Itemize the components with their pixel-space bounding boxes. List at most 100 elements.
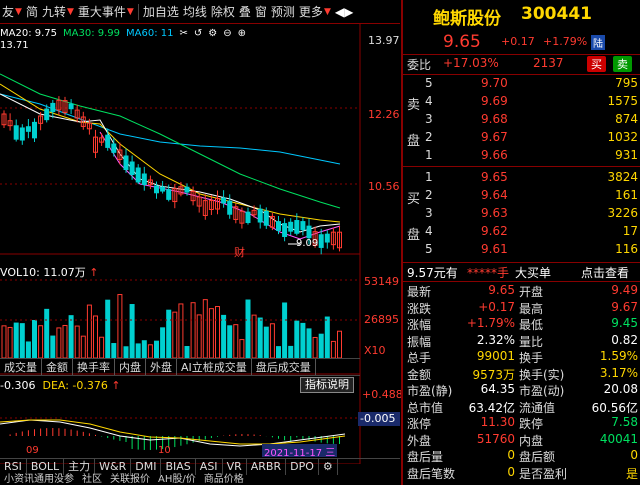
volume-bar (178, 303, 184, 359)
volume-bar (312, 336, 318, 359)
stat-label: 盘后量 (407, 450, 444, 464)
info-tab-community[interactable]: 社区 (78, 474, 106, 485)
stat-value: 是 (625, 466, 638, 481)
volume-bar (208, 308, 214, 359)
order-row[interactable]: 3 9.63 3226 (403, 206, 640, 223)
info-tab-commodity[interactable]: 商品价格 (200, 474, 248, 485)
buy-button[interactable]: 买 (587, 56, 606, 72)
tab-vr[interactable]: VR (223, 459, 247, 475)
stats-row: 盘后笔数 0 是否盈利 是 (403, 465, 640, 482)
indicator-help-button[interactable]: 指标说明 (300, 377, 354, 393)
tab-asi[interactable]: ASI (196, 459, 223, 475)
tool-jiuzhuan[interactable]: 九转 ▼ (40, 0, 76, 24)
stats-row: 最新 9.65 开盘 9.49 (403, 283, 640, 300)
tab-wr[interactable]: W&R (95, 459, 132, 475)
tool-events[interactable]: 重大事件 ▼ (76, 0, 136, 24)
vol-tab-volume[interactable]: 成交量 (0, 359, 42, 375)
collapse-icon[interactable]: ◀▶ (333, 0, 355, 24)
tool-window[interactable]: 窗 (253, 0, 269, 24)
tool-more[interactable]: 更多 ▼ (297, 0, 333, 24)
kline-chart (0, 24, 361, 464)
order-level: 3 (425, 112, 433, 126)
stat-label: 换手 (519, 351, 544, 365)
tool-you[interactable]: 友 ▼ (0, 0, 24, 24)
stat-label: 外盘 (407, 433, 432, 448)
order-price: 9.61 (481, 242, 508, 256)
order-volume: 874 (615, 112, 638, 126)
order-volume: 116 (615, 242, 638, 256)
vol-axis-mid: 26895 (364, 313, 399, 326)
order-row[interactable]: 5 9.70 795 (403, 76, 640, 93)
stat-label: 市盈(动) (519, 384, 565, 398)
stat-value: 3.17% (599, 365, 638, 380)
info-tab-ah[interactable]: AH股/价 (154, 474, 200, 485)
order-row[interactable]: 1 9.66 931 (403, 148, 640, 165)
price-axis-top: 13.97 (368, 34, 400, 47)
order-level: 4 (425, 224, 433, 238)
order-price: 9.62 (481, 224, 508, 238)
tab-arbr[interactable]: ARBR (247, 459, 287, 475)
order-price: 9.65 (481, 170, 508, 184)
big-order-link[interactable]: 点击查看 (581, 264, 629, 281)
tab-dmi[interactable]: DMI (131, 459, 162, 475)
weibi-value: +17.03% (443, 56, 499, 70)
order-row[interactable]: 4 9.69 1575 (403, 94, 640, 111)
vol-tab-outer[interactable]: 外盘 (146, 359, 177, 375)
date-10: 10 (158, 445, 171, 456)
order-row[interactable]: 2 9.67 1032 (403, 130, 640, 147)
sell-button[interactable]: 卖 (613, 56, 632, 72)
vol-tab-after[interactable]: 盘后成交量 (252, 359, 316, 375)
stock-name: 鲍斯股份 (433, 9, 501, 29)
date-09: 09 (26, 445, 39, 456)
order-price: 9.69 (481, 94, 508, 108)
tool-forecast[interactable]: 预测 (269, 0, 297, 24)
order-volume: 17 (622, 224, 638, 238)
volume-bar (196, 314, 202, 359)
stats-row: 涨幅 +1.79% 最低 9.45 (403, 316, 640, 333)
info-tab-news[interactable]: 小资讯通用没参 (0, 474, 78, 485)
tool-overlay[interactable]: 叠 (237, 0, 253, 24)
tab-main[interactable]: 主力 (64, 459, 96, 475)
tool-add-watchlist[interactable]: 加自选 (141, 0, 181, 24)
vol-tab-amount[interactable]: 金额 (42, 359, 73, 375)
tab-boll[interactable]: BOLL (27, 459, 65, 475)
volume-bar (324, 316, 330, 359)
info-tab-related[interactable]: 关联报价 (106, 474, 154, 485)
order-row[interactable]: 3 9.68 874 (403, 112, 640, 129)
event-marker[interactable]: 财 (234, 244, 245, 260)
stats-row: 总市值 63.42亿 流通值 60.56亿 (403, 399, 640, 416)
tab-rsi[interactable]: RSI (0, 459, 27, 475)
tab-settings-icon[interactable]: ⚙ (319, 459, 338, 475)
order-volume: 161 (615, 188, 638, 202)
order-volume: 1575 (607, 94, 638, 108)
stats-row: 涨跌 +0.17 最高 9.67 (403, 300, 640, 317)
info-tabs: 小资讯通用没参 社区 关联报价 AH股/价 商品价格 (0, 474, 400, 485)
volume-bar (68, 315, 74, 359)
order-row[interactable]: 1 9.65 3824 (403, 170, 640, 187)
stat-label: 市盈(静) (407, 384, 453, 398)
stat-label: 金额 (407, 367, 432, 382)
volume-bar (190, 302, 196, 359)
book-side-label: 盘 (407, 228, 421, 243)
order-volume: 931 (615, 148, 638, 162)
tab-dpo[interactable]: DPO (286, 459, 319, 475)
vol-tab-ai[interactable]: AI立桩成交量 (177, 359, 252, 375)
vol-tab-inner[interactable]: 内盘 (115, 359, 146, 375)
weibi-row: 委比 +17.03% 2137 买 卖 (403, 56, 640, 73)
tool-ma[interactable]: 均线 (181, 0, 209, 24)
tab-bias[interactable]: BIAS (161, 459, 196, 475)
order-row[interactable]: 2 9.64 161 (403, 188, 640, 205)
vol-tab-turnover[interactable]: 换手率 (73, 359, 115, 375)
order-row[interactable]: 4 9.62 17 (403, 224, 640, 241)
tool-exright[interactable]: 除权 (209, 0, 237, 24)
order-level: 5 (425, 242, 433, 256)
price-pct: +1.79% (543, 35, 588, 48)
stat-label: 是否盈利 (519, 466, 568, 481)
volume-bar (129, 304, 135, 359)
price-axis-mid: 12.26 (368, 108, 400, 121)
stat-value: 20.08 (603, 382, 638, 396)
stat-label: 内盘 (519, 433, 544, 448)
volume-bar (263, 326, 269, 359)
tool-jian[interactable]: 简 (24, 0, 40, 24)
order-row[interactable]: 5 9.61 116 (403, 242, 640, 259)
